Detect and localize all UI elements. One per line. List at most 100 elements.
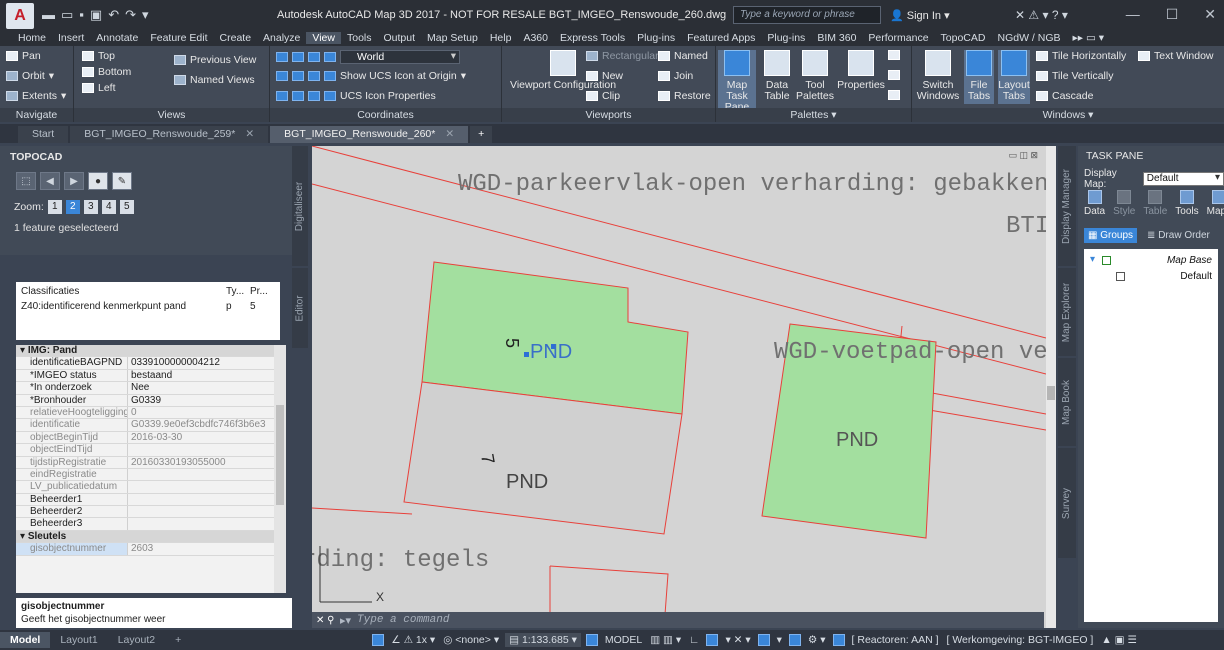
property-value[interactable]: 0 xyxy=(128,407,286,418)
ribbon-tab-feature-edit[interactable]: Feature Edit xyxy=(144,32,213,44)
zoom-level-3[interactable]: 3 xyxy=(83,200,98,214)
table-row[interactable]: *Bronhouder G0339 xyxy=(16,394,286,407)
workspace-icon[interactable] xyxy=(788,634,801,646)
col-header-type[interactable]: Ty... xyxy=(226,286,250,297)
ribbon-tab-featured-apps[interactable]: Featured Apps xyxy=(681,32,761,44)
property-value[interactable]: 2016-03-30 xyxy=(128,432,286,443)
palette-small-icons[interactable] xyxy=(888,50,900,60)
properties-button[interactable]: Properties xyxy=(837,50,885,91)
ucs-properties-row[interactable]: UCS Icon Properties xyxy=(276,90,436,102)
warning-icon[interactable]: ▲ ▣ ☰ xyxy=(1097,634,1141,646)
ucs-icon[interactable] xyxy=(308,52,320,62)
zoom-level-5[interactable]: 5 xyxy=(119,200,134,214)
join-viewports-button[interactable]: Join xyxy=(658,70,693,82)
ribbon-tab-topocad[interactable]: TopoCAD xyxy=(935,32,992,44)
table-row[interactable]: *In onderzoek Nee xyxy=(16,382,286,395)
drawing-vertical-scrollbar[interactable] xyxy=(1046,146,1056,628)
palette-small-icons[interactable] xyxy=(888,90,900,100)
model-space-toggle[interactable]: MODEL xyxy=(601,634,646,646)
tree-item-default[interactable]: Default xyxy=(1084,269,1218,285)
table-row[interactable]: *IMGEO status bestaand xyxy=(16,369,286,383)
vtab-editor[interactable]: Editor xyxy=(292,268,308,348)
orbit-button[interactable]: Orbit ▾ xyxy=(6,70,54,82)
table-row[interactable]: Beheerder1 xyxy=(16,493,286,507)
help-icon[interactable]: ✕ ⚠ ▾ ? ▾ xyxy=(1015,8,1068,22)
ucs-combo[interactable]: World xyxy=(340,50,460,64)
zoom-level-1[interactable]: 1 xyxy=(47,200,62,214)
ribbon-tab-insert[interactable]: Insert xyxy=(52,32,90,44)
grid-icon[interactable]: ▥ ▥ ▾ xyxy=(646,634,685,646)
properties-scrollbar[interactable] xyxy=(274,345,286,593)
ribbon-tab-plug-ins[interactable]: Plug-ins xyxy=(631,32,681,44)
property-value[interactable] xyxy=(128,518,286,529)
view-bottom-item[interactable]: Bottom xyxy=(82,66,131,78)
table-row[interactable]: identificatie G0339.9e0ef3cbdfc746f3b6e3 xyxy=(16,419,286,432)
property-value[interactable]: Nee xyxy=(128,382,286,393)
pin-icon[interactable]: ● xyxy=(88,172,108,190)
data-table-button[interactable]: Data Table xyxy=(762,50,792,102)
property-value[interactable]: 20160330193055000 xyxy=(128,457,286,468)
close-tab-icon[interactable]: ✕ xyxy=(245,128,254,140)
section-sleutels[interactable]: ▾ Sleutels xyxy=(16,530,286,544)
print-icon[interactable]: ▣ xyxy=(90,7,102,23)
palette-small-icons[interactable] xyxy=(888,70,900,80)
property-value[interactable]: G0339 xyxy=(128,395,286,406)
edit-pencil-icon[interactable]: ✎ xyxy=(112,172,132,190)
table-row[interactable]: relatieveHoogteligging 0 xyxy=(16,406,286,420)
vtab-map-explorer[interactable]: Map Explorer xyxy=(1058,268,1076,356)
previous-view-button[interactable]: Previous View xyxy=(174,54,256,66)
doc-tab-259[interactable]: BGT_IMGEO_Renswoude_259* ✕ xyxy=(70,126,269,143)
vtab-survey[interactable]: Survey xyxy=(1058,448,1076,558)
table-row[interactable]: objectBeginTijd 2016-03-30 xyxy=(16,431,286,445)
col-header-classificaties[interactable]: Classificaties xyxy=(21,286,226,297)
ribbon-tab-map-setup[interactable]: Map Setup xyxy=(421,32,484,44)
property-value[interactable] xyxy=(128,481,286,492)
angle-icon[interactable]: ∠ ⚠ 1x ▾ xyxy=(387,634,439,646)
zoom-level-2[interactable]: 2 xyxy=(65,200,80,214)
close-icon[interactable]: ✕ xyxy=(1204,6,1216,23)
doc-tab-260[interactable]: BGT_IMGEO_Renswoude_260* ✕ xyxy=(270,126,469,143)
panel-label-windows[interactable]: Windows ▾ xyxy=(912,108,1224,122)
show-ucs-origin-row[interactable]: Show UCS Icon at Origin ▾ xyxy=(276,70,466,82)
ortho-icon[interactable]: ∟ xyxy=(685,634,703,646)
open-file-icon[interactable]: ▭ xyxy=(61,7,73,23)
property-value[interactable]: 0339100000004212 xyxy=(128,357,286,368)
ribbon-tab-bim-360[interactable]: BIM 360 xyxy=(811,32,862,44)
panel-label-viewports[interactable]: Viewports xyxy=(502,108,716,122)
ribbon-tab-tools[interactable]: Tools xyxy=(341,32,378,44)
new-file-icon[interactable]: ▬ xyxy=(42,7,55,23)
table-row[interactable]: identificatieBAGPND 0339100000004212 xyxy=(16,357,286,370)
ucs-icon[interactable] xyxy=(276,52,288,62)
drawing-svg[interactable]: WGD-parkeervlak-open verharding: gebakke… xyxy=(312,146,1046,628)
keyword-search-input[interactable]: Type a keyword or phrase xyxy=(733,6,881,24)
named-viewports-button[interactable]: Named xyxy=(658,50,708,62)
table-row[interactable]: objectEindTijd xyxy=(16,444,286,457)
list-item[interactable]: Z40:identificerend kenmerkpunt pand p 5 xyxy=(16,297,280,312)
tile-horizontally-button[interactable]: Tile Horizontally xyxy=(1036,50,1126,62)
annotation-scale[interactable]: ▤ 1:133.685 ▾ xyxy=(505,633,581,647)
named-views-button[interactable]: Named Views xyxy=(174,74,255,86)
command-input[interactable]: Type a command xyxy=(357,614,449,626)
extents-button[interactable]: Extents ▾ xyxy=(6,90,66,102)
vtab-display-manager[interactable]: Display Manager xyxy=(1058,146,1076,266)
redo-icon[interactable]: ↷ xyxy=(125,7,136,23)
osnap-icon[interactable]: ▾ ✕ ▾ xyxy=(721,634,754,646)
tile-vertically-button[interactable]: Tile Vertically xyxy=(1036,70,1113,82)
table-row[interactable]: tijdstipRegistratie 20160330193055000 xyxy=(16,456,286,469)
grip-handle[interactable] xyxy=(524,352,529,357)
ribbon-tab-analyze[interactable]: Analyze xyxy=(257,32,306,44)
ucs-icon[interactable] xyxy=(324,52,336,62)
close-tab-icon[interactable]: ✕ xyxy=(445,128,454,140)
map-task-pane-button[interactable]: Map Task Pane xyxy=(718,50,756,115)
layout-tabs-button[interactable]: Layout Tabs xyxy=(998,50,1030,104)
lineweight-icon[interactable] xyxy=(757,634,770,646)
table-row[interactable]: Beheerder3 xyxy=(16,518,286,531)
drawing-canvas[interactable]: WGD-parkeervlak-open verharding: gebakke… xyxy=(312,146,1046,628)
file-tabs-button[interactable]: File Tabs xyxy=(964,50,994,104)
ribbon-tab-create[interactable]: Create xyxy=(214,32,258,44)
ribbon-tab-view[interactable]: View xyxy=(306,32,341,44)
maps-tool[interactable]: Maps xyxy=(1207,190,1224,217)
panel-label-views[interactable]: Views xyxy=(74,108,270,122)
ribbon-tab-performance[interactable]: Performance xyxy=(862,32,934,44)
save-icon[interactable]: ▪ xyxy=(79,7,84,23)
